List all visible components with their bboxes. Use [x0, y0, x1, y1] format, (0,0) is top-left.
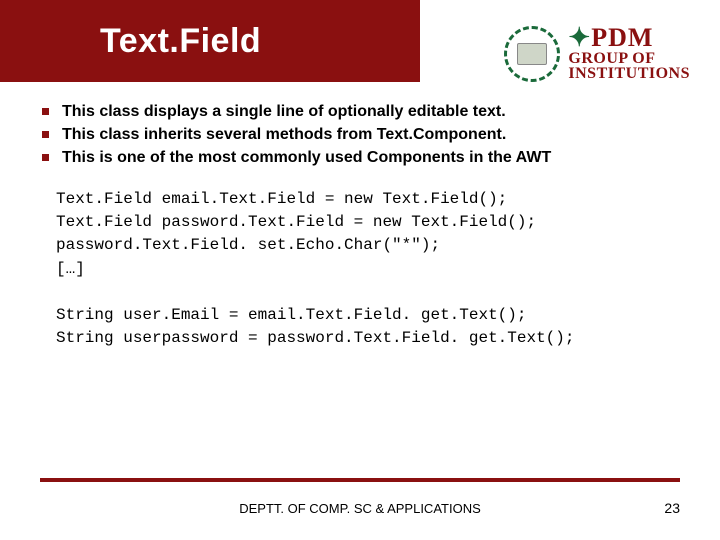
logo-line3: INSTITUTIONS — [568, 66, 690, 81]
logo: ✦PDM GROUP OF INSTITUTIONS — [504, 26, 690, 82]
title-band: Text.Field — [0, 0, 420, 82]
bullet-item: This is one of the most commonly used Co… — [40, 146, 680, 169]
slide: Text.Field ✦PDM GROUP OF INSTITUTIONS Th… — [0, 0, 720, 540]
slide-title: Text.Field — [100, 22, 261, 61]
code-block: Text.Field email.Text.Field = new Text.F… — [56, 188, 680, 350]
footer-text: DEPTT. OF COMP. SC & APPLICATIONS — [0, 501, 720, 516]
bullet-list: This class displays a single line of opt… — [40, 100, 680, 170]
page-number: 23 — [664, 500, 680, 516]
logo-seal-icon — [504, 26, 560, 82]
logo-seal-inner-icon — [517, 43, 547, 65]
logo-line1: ✦PDM — [568, 26, 690, 51]
bullet-item: This class inherits several methods from… — [40, 123, 680, 146]
logo-line1b: M — [628, 23, 654, 52]
bullet-item: This class displays a single line of opt… — [40, 100, 680, 123]
logo-line1a: PD — [591, 23, 628, 52]
logo-line2: GROUP OF — [568, 51, 690, 66]
logo-text: ✦PDM GROUP OF INSTITUTIONS — [568, 26, 690, 81]
footer-rule — [40, 478, 680, 482]
